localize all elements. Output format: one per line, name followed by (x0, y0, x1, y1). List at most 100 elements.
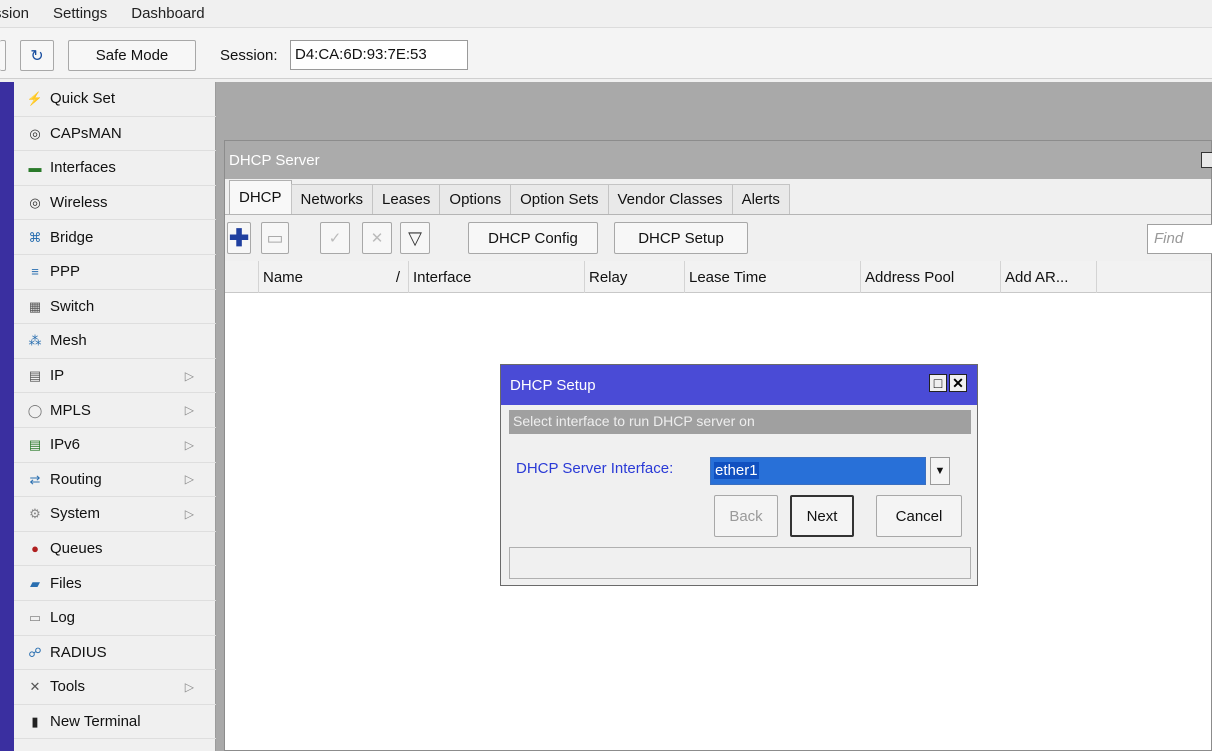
column-lease-time[interactable]: Lease Time (685, 261, 861, 293)
submenu-arrow-icon: ▷ (184, 506, 194, 521)
safe-mode-button[interactable]: Safe Mode (68, 40, 196, 71)
menu-session[interactable]: ssion (0, 5, 41, 22)
sidebar-item-label: Mesh (50, 332, 87, 350)
sidebar-item-label: Wireless (50, 194, 108, 212)
ppp-icon: ≡ (31, 264, 39, 280)
sidebar-item-label: CAPsMAN (50, 124, 122, 142)
system-icon: ⚙ (29, 506, 41, 522)
sidebar-item-radius[interactable]: ☍ RADIUS (14, 636, 216, 671)
queues-icon: ● (31, 541, 39, 557)
column-interface[interactable]: Interface (409, 261, 585, 293)
column-add-arp[interactable]: Add AR... (1001, 261, 1097, 293)
column-name[interactable]: Name / (259, 261, 409, 293)
submenu-arrow-icon: ▷ (184, 437, 194, 452)
remove-button[interactable]: ▭ (261, 222, 289, 254)
sidebar-item-tools[interactable]: ✕ Tools ▷ (14, 670, 216, 705)
chevron-down-icon[interactable]: ▼ (930, 457, 950, 485)
plus-icon: ✚ (228, 224, 250, 252)
sidebar-item-label: Interfaces (50, 159, 116, 177)
column-address-pool[interactable]: Address Pool (861, 261, 1001, 293)
find-input[interactable]: Find (1147, 224, 1212, 254)
tab-networks[interactable]: Networks (290, 184, 374, 214)
sidebar-item-label: IP (50, 367, 65, 385)
sidebar-item-interfaces[interactable]: ▬ Interfaces (14, 151, 216, 186)
menu-settings[interactable]: Settings (41, 5, 119, 22)
minus-icon: ▭ (266, 227, 284, 248)
back-button[interactable]: Back (714, 495, 778, 537)
sidebar-item-mesh[interactable]: ⁂ Mesh (14, 324, 216, 359)
table-header: Name / Interface Relay Lease Time Addres… (225, 261, 1211, 293)
tab-leases[interactable]: Leases (372, 184, 441, 214)
sidebar-item-new-terminal[interactable]: ▮ New Terminal (14, 705, 216, 740)
sidebar-item-ip[interactable]: ▤ IP ▷ (14, 359, 216, 394)
sidebar-item-switch[interactable]: ▦ Switch (14, 290, 216, 325)
next-button[interactable]: Next (790, 495, 854, 537)
tab-alerts[interactable]: Alerts (731, 184, 790, 214)
session-label: Session: (220, 47, 278, 64)
sidebar-item-label: Files (50, 574, 82, 592)
column-relay[interactable]: Relay (585, 261, 685, 293)
sidebar-item-routing[interactable]: ⇄ Routing ▷ (14, 463, 216, 498)
sidebar-item-queues[interactable]: ● Queues (14, 532, 216, 567)
restore-icon[interactable] (1201, 152, 1212, 168)
server-interface-select[interactable]: ether1 (710, 457, 926, 485)
sidebar-item-label: Switch (50, 297, 95, 315)
sidebar-item-log[interactable]: ▭ Log (14, 601, 216, 636)
dhcp-setup-button[interactable]: DHCP Setup (614, 222, 748, 254)
sidebar-item-label: Queues (50, 540, 103, 558)
menu-dashboard[interactable]: Dashboard (119, 5, 216, 22)
interfaces-icon: ▬ (28, 160, 42, 176)
dialog-titlebar[interactable]: DHCP Setup □ ✕ (501, 365, 977, 405)
sidebar-item-wireless[interactable]: ◎ Wireless (14, 186, 216, 221)
add-button[interactable]: ✚ (227, 222, 251, 254)
sidebar-item-label: System (50, 505, 101, 523)
action-bar: ✚ ▭ ✓ ✕ ▽ DHCP Config DHCP Setup Find (225, 215, 1212, 261)
sidebar-item-system[interactable]: ⚙ System ▷ (14, 497, 216, 532)
tab-options[interactable]: Options (439, 184, 512, 214)
radius-icon: ☍ (28, 644, 42, 660)
maximize-icon[interactable]: □ (929, 374, 947, 392)
session-field[interactable]: D4:CA:6D:93:7E:53 (290, 40, 468, 70)
dhcp-config-button[interactable]: DHCP Config (468, 222, 598, 254)
sidebar-item-capsman[interactable]: ◎ CAPsMAN (14, 117, 216, 152)
sidebar-item-ipv6[interactable]: ▤ IPv6 ▷ (14, 428, 216, 463)
close-icon[interactable]: ✕ (949, 374, 967, 392)
submenu-arrow-icon: ▷ (184, 679, 194, 694)
terminal-icon: ▮ (31, 713, 39, 729)
filter-button[interactable]: ▽ (400, 222, 430, 254)
tab-bar: DHCP Networks Leases Options Option Sets… (225, 179, 1211, 215)
redo-button[interactable]: ↻ (20, 40, 54, 71)
undo-button[interactable] (0, 40, 6, 71)
sidebar-menu: ⚡ Quick Set ◎ CAPsMAN ▬ Interfaces ◎ Wireless ⌘ B… (14, 82, 216, 740)
sidebar-item-bridge[interactable]: ⌘ Bridge (14, 220, 216, 255)
log-icon: ▭ (28, 610, 42, 626)
toolbar: ↻ Safe Mode Session: D4:CA:6D:93:7E:53 (0, 27, 1212, 79)
tab-dhcp[interactable]: DHCP (229, 180, 292, 214)
sidebar-item-ppp[interactable]: ≡ PPP (14, 255, 216, 290)
sidebar-item-label: MPLS (50, 401, 91, 419)
window-titlebar[interactable]: DHCP Server (225, 141, 1212, 179)
sidebar-item-label: Tools (50, 678, 86, 696)
enable-button[interactable]: ✓ (320, 222, 350, 254)
sidebar-item-mpls[interactable]: ◯ MPLS ▷ (14, 393, 216, 428)
submenu-arrow-icon: ▷ (184, 368, 194, 383)
mpls-icon: ◯ (27, 402, 43, 418)
cross-icon: ✕ (370, 230, 384, 247)
dialog-title: DHCP Setup (510, 376, 596, 394)
sidebar-item-files[interactable]: ▰ Files (14, 566, 216, 601)
sidebar-item-label: RADIUS (50, 643, 107, 661)
dialog-status-bar (509, 547, 971, 579)
submenu-arrow-icon: ▷ (184, 403, 194, 418)
sidebar-brand-band (0, 82, 14, 751)
row-select-column (225, 261, 259, 293)
cancel-button[interactable]: Cancel (876, 495, 962, 537)
tab-vendor-classes[interactable]: Vendor Classes (607, 184, 733, 214)
sidebar-item-label: Quick Set (50, 90, 116, 108)
disable-button[interactable]: ✕ (362, 222, 392, 254)
server-interface-value: ether1 (714, 462, 759, 479)
dialog-hint: Select interface to run DHCP server on (509, 410, 971, 434)
sidebar-item-label: Log (50, 609, 76, 627)
tab-option-sets[interactable]: Option Sets (510, 184, 609, 214)
column-name-label: Name (263, 268, 304, 286)
sidebar-item-quick-set[interactable]: ⚡ Quick Set (14, 82, 216, 117)
